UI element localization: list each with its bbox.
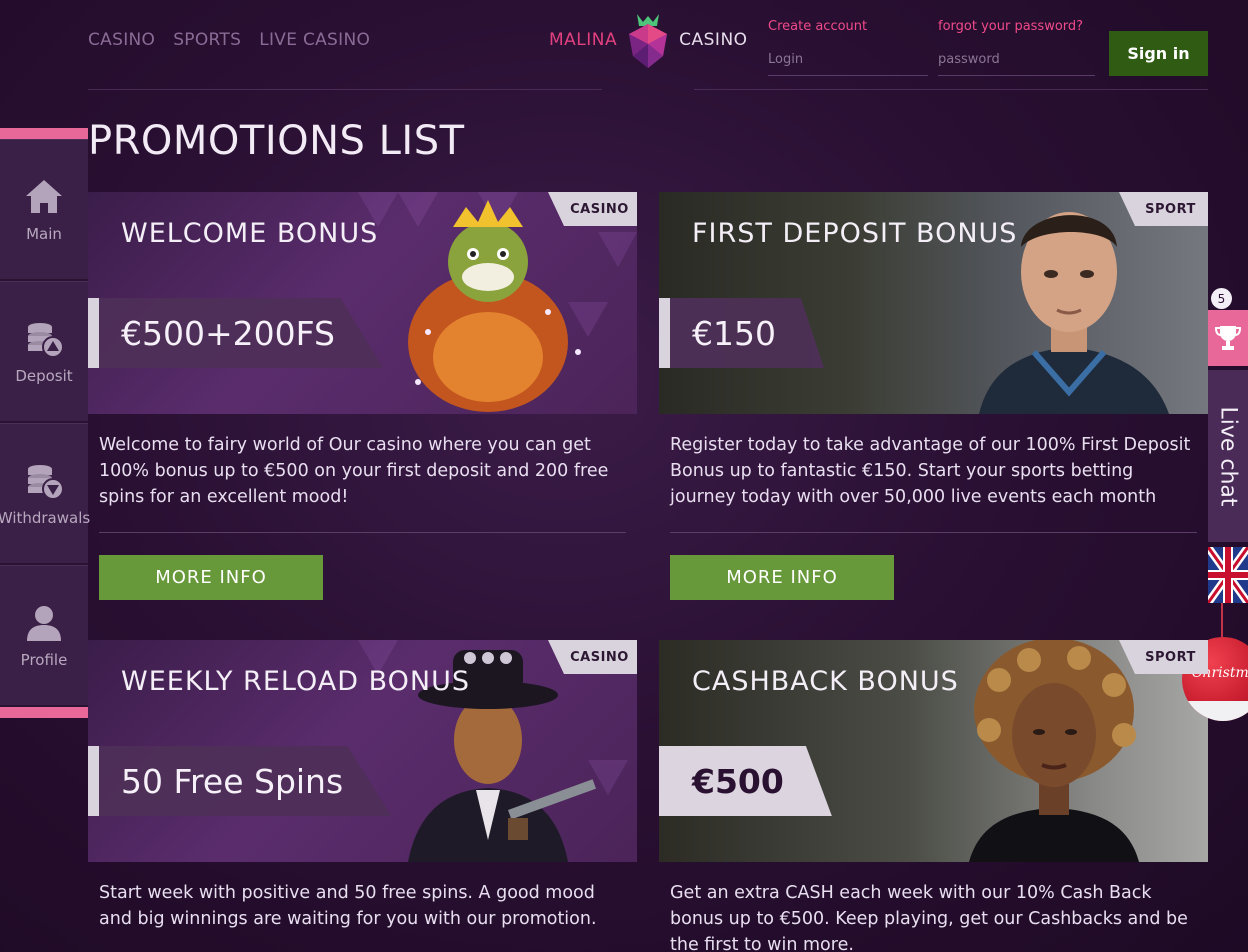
nav-live-casino[interactable]: LIVE CASINO	[259, 30, 370, 50]
sidebar-item-label: Profile	[20, 650, 68, 669]
ribbon-edge	[659, 298, 670, 368]
coins-down-icon	[28, 464, 64, 500]
divider	[670, 532, 1197, 533]
logo-text-right: CASINO	[679, 30, 748, 50]
promo-amount-ribbon: €150	[659, 298, 824, 368]
sidebar-item-label: Main	[26, 224, 62, 243]
promo-description: Start week with positive and 50 free spi…	[99, 883, 597, 929]
sidebar-item-label: Withdrawals	[0, 508, 91, 527]
header-divider-right	[694, 89, 1208, 90]
promo-banner[interactable]: WELCOME BONUS CASINO €500+200FS	[88, 192, 637, 414]
language-selector[interactable]	[1208, 547, 1248, 603]
raspberry-icon	[629, 14, 668, 68]
promo-banner[interactable]: FIRST DEPOSIT BONUS SPORT €150	[659, 192, 1208, 414]
logo[interactable]: MALINA CASINO	[549, 10, 748, 70]
more-info-button[interactable]: MORE INFO	[670, 555, 894, 600]
promo-amount-ribbon: €500	[659, 746, 832, 816]
user-icon	[27, 605, 61, 641]
ribbon-edge	[88, 746, 99, 816]
sidebar-top-accent	[0, 128, 88, 139]
promo-description: Welcome to fairy world of Our casino whe…	[99, 435, 609, 507]
tournaments-button[interactable]	[1208, 310, 1248, 366]
promo-card-welcome: WELCOME BONUS CASINO €500+200FS Welcome …	[88, 192, 637, 600]
password-input[interactable]	[938, 44, 1095, 76]
page-title: PROMOTIONS LIST	[88, 118, 465, 164]
top-nav: CASINO SPORTS LIVE CASINO	[88, 30, 370, 50]
promo-banner[interactable]: CASHBACK BONUS SPORT €500	[659, 640, 1208, 862]
trophy-icon	[1214, 326, 1242, 350]
logo-text-left: MALINA	[549, 30, 618, 50]
live-chat-label: Live chat	[1215, 405, 1241, 507]
sidebar-bottom-accent	[0, 707, 88, 718]
ribbon-edge	[88, 298, 99, 368]
coins-up-icon	[28, 322, 64, 358]
promo-card-cashback: CASHBACK BONUS SPORT €500 Get an extra C…	[659, 640, 1208, 952]
promo-banner[interactable]: WEEKLY RELOAD BONUS CASINO 50 Free Spins	[88, 640, 637, 862]
sidebar-item-profile[interactable]: Profile	[0, 565, 88, 707]
uk-flag-icon	[1208, 547, 1248, 603]
promo-title: FIRST DEPOSIT BONUS	[692, 218, 1018, 249]
nav-sports[interactable]: SPORTS	[173, 30, 241, 50]
forgot-password-link[interactable]: forgot your password?	[938, 19, 1083, 34]
promo-amount: €500	[659, 746, 832, 816]
promo-card-first-deposit: FIRST DEPOSIT BONUS SPORT €150 Register …	[659, 192, 1208, 600]
login-input[interactable]	[768, 44, 928, 76]
promo-amount: €150	[670, 298, 824, 368]
promo-amount: €500+200FS	[99, 298, 383, 368]
sidebar-item-deposit[interactable]: Deposit	[0, 281, 88, 423]
ornament-string	[1221, 603, 1223, 637]
nav-casino[interactable]: CASINO	[88, 30, 155, 50]
promo-title: CASHBACK BONUS	[692, 666, 959, 697]
header-divider-left	[88, 89, 602, 90]
promo-title: WEEKLY RELOAD BONUS	[121, 666, 470, 697]
trophy-count-badge: 5	[1211, 288, 1232, 309]
create-account-link[interactable]: Create account	[768, 19, 867, 34]
promo-amount-ribbon: €500+200FS	[88, 298, 383, 368]
more-info-button[interactable]: MORE INFO	[99, 555, 323, 600]
promo-description: Register today to take advantage of our …	[670, 435, 1191, 507]
promo-amount: 50 Free Spins	[99, 746, 392, 816]
divider	[99, 532, 626, 533]
sidebar-item-main[interactable]: Main	[0, 139, 88, 281]
sidebar-item-withdrawals[interactable]: Withdrawals	[0, 423, 91, 565]
live-chat-button[interactable]: Live chat	[1208, 370, 1248, 542]
left-sidebar: Main Deposit Withdrawals Profile	[0, 128, 91, 718]
promo-amount-ribbon: 50 Free Spins	[88, 746, 392, 816]
promo-description: Get an extra CASH each week with our 10%…	[670, 883, 1188, 952]
promo-card-weekly-reload: WEEKLY RELOAD BONUS CASINO 50 Free Spins…	[88, 640, 637, 952]
sidebar-item-label: Deposit	[15, 366, 73, 385]
promo-title: WELCOME BONUS	[121, 218, 379, 249]
home-icon	[26, 179, 62, 213]
sign-in-button[interactable]: Sign in	[1109, 31, 1208, 76]
